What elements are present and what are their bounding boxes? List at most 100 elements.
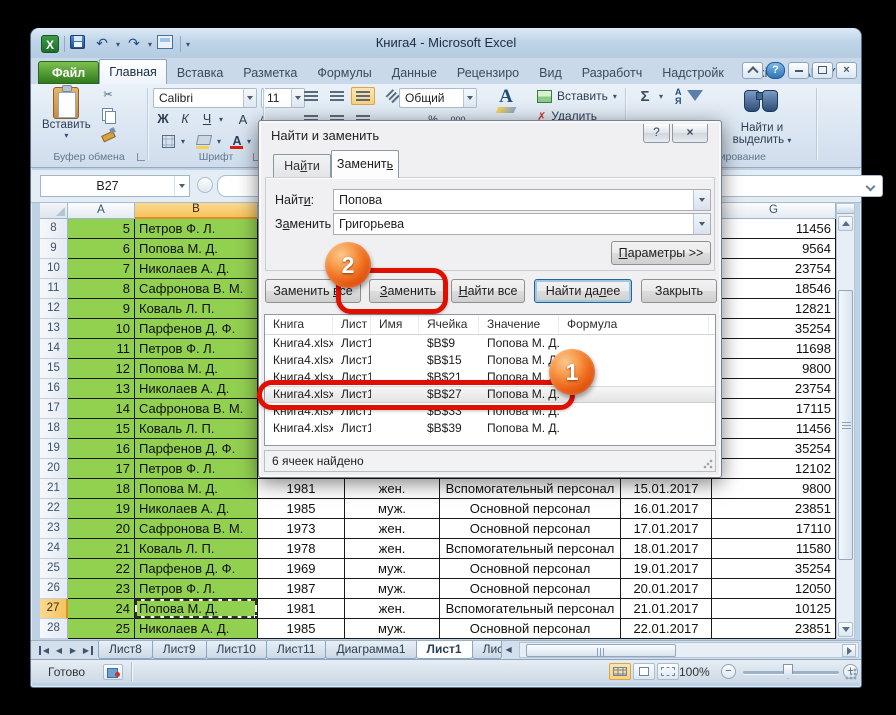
select-all-corner[interactable] bbox=[40, 203, 68, 219]
zoom-out-button[interactable]: − bbox=[721, 664, 736, 679]
grid-cell-B24[interactable]: Коваль Л. П. bbox=[135, 539, 258, 559]
insert-cells-button[interactable]: Вставить ▾ bbox=[537, 89, 617, 103]
find-select-button[interactable]: Найти и выделить ▾ bbox=[717, 122, 807, 146]
format-painter-button[interactable] bbox=[97, 125, 119, 142]
grid-cell-D28[interactable]: муж. bbox=[345, 619, 440, 639]
page-layout-view-button[interactable] bbox=[633, 663, 655, 680]
find-next-button[interactable]: Найти далее bbox=[534, 279, 632, 303]
copy-button[interactable] bbox=[97, 106, 119, 123]
results-col-header[interactable]: Лист bbox=[333, 315, 371, 334]
grid-cell-B26[interactable]: Петров Ф. Л. bbox=[135, 579, 258, 599]
ribbon-tab-разработч[interactable]: Разработч bbox=[572, 61, 652, 84]
fill-color-button[interactable] bbox=[191, 133, 217, 151]
grid-cell-E23[interactable]: Основной персонал bbox=[440, 519, 621, 539]
grid-cell-F27[interactable]: 21.01.2017 bbox=[621, 599, 712, 619]
tab-find[interactable]: Найти bbox=[273, 154, 331, 178]
number-format-select[interactable]: Общий bbox=[399, 88, 477, 108]
grid-cell-D26[interactable]: муж. bbox=[345, 579, 440, 599]
options-button[interactable]: Параметры >> bbox=[611, 241, 711, 265]
sheet-tab-диаграмма1[interactable]: Диаграмма1 bbox=[325, 641, 416, 659]
grid-cell-G8[interactable]: 11456 bbox=[712, 219, 836, 239]
results-col-header[interactable]: Формула bbox=[559, 315, 709, 334]
autosum-button[interactable]: Σ bbox=[633, 88, 657, 106]
grid-row-header-22[interactable]: 22 bbox=[40, 499, 68, 519]
grid-cell-G15[interactable]: 9800 bbox=[712, 359, 836, 379]
grid-row-header-15[interactable]: 15 bbox=[40, 359, 68, 379]
close-dialog-button[interactable]: Закрыть bbox=[641, 279, 717, 303]
grid-cell-B18[interactable]: Коваль Л. П. bbox=[135, 419, 258, 439]
grid-cell-A8[interactable]: 5 bbox=[68, 219, 135, 239]
insert-dropdown-icon[interactable]: ▾ bbox=[613, 92, 617, 101]
grid-cell-B17[interactable]: Сафронова В. М. bbox=[135, 399, 258, 419]
font-color-dropdown-icon[interactable]: ▾ bbox=[247, 137, 251, 146]
replace-with-input[interactable]: Григорьева bbox=[333, 213, 711, 235]
collapse-ribbon-button[interactable] bbox=[742, 62, 763, 79]
grid-cell-A27[interactable]: 24 bbox=[68, 599, 135, 619]
scroll-right-button[interactable] bbox=[842, 644, 856, 657]
grid-cell-A23[interactable]: 20 bbox=[68, 519, 135, 539]
align-middle-button[interactable] bbox=[325, 87, 349, 105]
italic-button[interactable]: К bbox=[175, 111, 195, 129]
grid-row-header-19[interactable]: 19 bbox=[40, 439, 68, 459]
grid-cell-E25[interactable]: Основной персонал bbox=[440, 559, 621, 579]
grid-cell-F28[interactable]: 22.01.2017 bbox=[621, 619, 712, 639]
grid-row-header-17[interactable]: 17 bbox=[40, 399, 68, 419]
grid-col-header-b[interactable]: B bbox=[135, 203, 258, 219]
grid-cell-A16[interactable]: 13 bbox=[68, 379, 135, 399]
grid-cell-G11[interactable]: 18546 bbox=[712, 279, 836, 299]
grid-row-header-20[interactable]: 20 bbox=[40, 459, 68, 479]
grid-cell-A12[interactable]: 9 bbox=[68, 299, 135, 319]
sheet-tab-лист9[interactable]: Лист9 bbox=[152, 641, 207, 659]
split-handle[interactable] bbox=[837, 204, 854, 214]
cut-button[interactable]: ✂ bbox=[97, 87, 119, 104]
minimize-button[interactable] bbox=[788, 62, 809, 79]
grid-row-header-21[interactable]: 21 bbox=[40, 479, 68, 499]
grid-cell-A14[interactable]: 11 bbox=[68, 339, 135, 359]
grid-cell-B19[interactable]: Парфенов Д. Ф. bbox=[135, 439, 258, 459]
grid-row-header-9[interactable]: 9 bbox=[40, 239, 68, 259]
grid-cell-G20[interactable]: 12102 bbox=[712, 459, 836, 479]
grid-cell-G9[interactable]: 9564 bbox=[712, 239, 836, 259]
grid-cell-A20[interactable]: 17 bbox=[68, 459, 135, 479]
grid-cell-B28[interactable]: Николаев А. Д. bbox=[135, 619, 258, 639]
grid-cell-E28[interactable]: Основной персонал bbox=[440, 619, 621, 639]
fill-color-dropdown-icon[interactable]: ▾ bbox=[217, 137, 221, 146]
borders-dropdown-icon[interactable]: ▾ bbox=[181, 137, 185, 146]
vertical-scrollbar[interactable] bbox=[836, 203, 855, 639]
font-color-button[interactable]: А bbox=[227, 133, 247, 151]
bold-button[interactable]: Ж bbox=[153, 111, 173, 129]
ribbon-tab-главная[interactable]: Главная bbox=[99, 59, 167, 84]
grid-cell-F21[interactable]: 15.01.2017 bbox=[621, 479, 712, 499]
ribbon-tab-разметка-с[interactable]: Разметка с bbox=[233, 61, 307, 84]
ribbon-tab-файл[interactable]: Файл bbox=[38, 61, 99, 84]
chevron-down-icon[interactable] bbox=[243, 89, 256, 107]
next-sheet-button[interactable]: ▶ bbox=[67, 646, 79, 655]
vertical-scroll-thumb[interactable] bbox=[838, 290, 853, 560]
first-sheet-button[interactable]: ◀ bbox=[39, 646, 51, 655]
zoom-slider-thumb[interactable] bbox=[783, 664, 793, 679]
grid-cell-E22[interactable]: Основной персонал bbox=[440, 499, 621, 519]
grid-row-header-11[interactable]: 11 bbox=[40, 279, 68, 299]
tab-replace[interactable]: Заменить bbox=[331, 150, 399, 178]
grid-cell-G12[interactable]: 12821 bbox=[712, 299, 836, 319]
grid-cell-G13[interactable]: 35254 bbox=[712, 319, 836, 339]
previous-sheet-button[interactable]: ◀ bbox=[53, 646, 65, 655]
results-col-header[interactable]: Имя bbox=[371, 315, 419, 334]
grid-cell-G24[interactable]: 11580 bbox=[712, 539, 836, 559]
find-all-button[interactable]: Найти все bbox=[451, 279, 525, 303]
ribbon-tab-формулы[interactable]: Формулы bbox=[307, 61, 381, 84]
grid-cell-B11[interactable]: Сафронова В. М. bbox=[135, 279, 258, 299]
grid-cell-C21[interactable]: 1981 bbox=[258, 479, 345, 499]
grid-cell-B22[interactable]: Николаев А. Д. bbox=[135, 499, 258, 519]
tab-scroll-button[interactable]: ◀ bbox=[501, 641, 517, 659]
grid-cell-A13[interactable]: 10 bbox=[68, 319, 135, 339]
grid-cell-A15[interactable]: 12 bbox=[68, 359, 135, 379]
grid-cell-C25[interactable]: 1969 bbox=[258, 559, 345, 579]
scroll-up-button[interactable] bbox=[838, 216, 853, 231]
grid-row-header-23[interactable]: 23 bbox=[40, 519, 68, 539]
grid-cell-A9[interactable]: 6 bbox=[68, 239, 135, 259]
grid-cell-C27[interactable]: 1981 bbox=[258, 599, 345, 619]
grid-cell-B21[interactable]: Попова М. Д. bbox=[135, 479, 258, 499]
insert-function-button[interactable] bbox=[197, 177, 213, 193]
grid-cell-A18[interactable]: 15 bbox=[68, 419, 135, 439]
